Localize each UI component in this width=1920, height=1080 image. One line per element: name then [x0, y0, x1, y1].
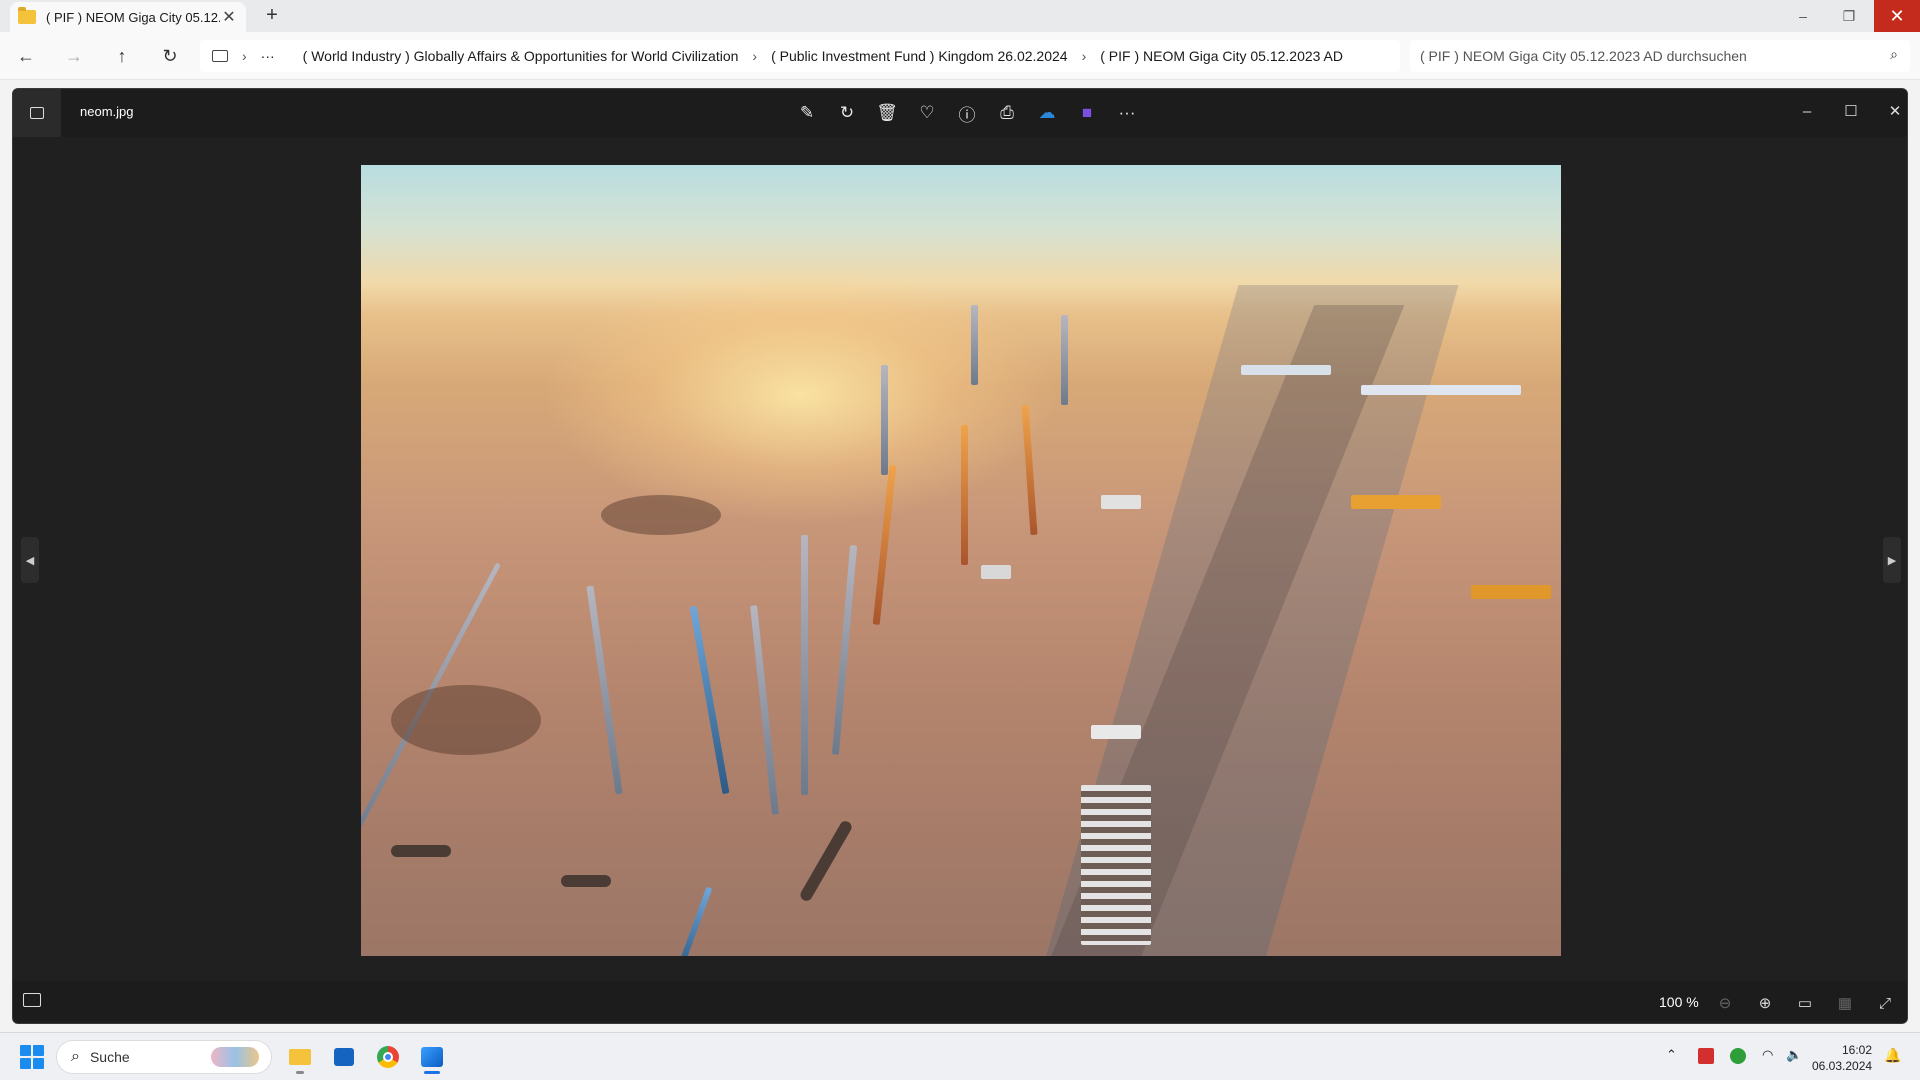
info-icon[interactable]: ⓘ: [953, 99, 981, 127]
breadcrumb-item[interactable]: ( Public Investment Fund ) Kingdom 26.02…: [771, 48, 1068, 64]
forward-button[interactable]: →: [62, 44, 86, 68]
crawler-crane: [675, 886, 713, 956]
photos-app-icon: [13, 89, 61, 137]
viewer-bottom-bar: 100 % ⊖ ⊕ ▭ ▦ ⤢: [13, 981, 1907, 1023]
chevron-right-icon: ›: [752, 48, 758, 64]
viewer-minimize-button[interactable]: –: [1785, 95, 1829, 127]
rebar-cage: [1081, 785, 1151, 945]
wifi-icon[interactable]: ◠: [1762, 1047, 1773, 1063]
fullscreen-icon[interactable]: ⤢: [1873, 991, 1897, 1015]
drilling-rig: [586, 585, 623, 795]
refresh-button[interactable]: ↻: [158, 44, 182, 68]
next-image-button[interactable]: ▶: [1883, 537, 1901, 583]
taskbar: ⌕ Suche ⌃ ◠ 🔈 16:02 06.03.2024 🔔: [0, 1032, 1920, 1080]
address-bar[interactable]: › ··· ( World Industry ) Globally Affair…: [200, 40, 1400, 72]
viewer-toolbar: ✎ ↻ 🗑 ♡ ⓘ ⎙ ☁ ■ ···: [793, 99, 1141, 127]
onedrive-icon[interactable]: ☁: [1033, 99, 1061, 127]
back-button[interactable]: ←: [14, 44, 38, 68]
file-explorer-icon[interactable]: [282, 1039, 318, 1075]
close-button[interactable]: ✕: [1874, 0, 1920, 32]
edit-icon[interactable]: ✎: [793, 99, 821, 127]
start-button[interactable]: [20, 1045, 44, 1069]
site-buildings: [1241, 365, 1331, 375]
search-icon: ⌕: [1890, 46, 1898, 62]
photos-viewer-window: neom.jpg ✎ ↻ 🗑 ♡ ⓘ ⎙ ☁ ■ ··· – ☐ ✕ ◀ ▶ 1…: [12, 88, 1908, 1024]
tab-title: ( PIF ) NEOM Giga City 05.12.2: [46, 9, 220, 25]
viewer-close-button[interactable]: ✕: [1873, 95, 1907, 127]
minimize-button[interactable]: –: [1780, 0, 1826, 32]
truck: [1471, 585, 1551, 599]
search-highlight-icon: [211, 1047, 259, 1067]
chevron-up-icon[interactable]: ⌃: [1666, 1047, 1677, 1063]
container: [1091, 725, 1141, 739]
pipe-stack: [561, 875, 611, 887]
search-icon: ⌕: [71, 1048, 80, 1065]
chevron-right-icon: ›: [1081, 48, 1087, 64]
zoom-level: 100 %: [1659, 994, 1699, 1010]
up-button[interactable]: ↑: [110, 44, 134, 68]
clock-time: 16:02: [1841, 1043, 1872, 1057]
container: [1101, 495, 1141, 509]
folder-search-input[interactable]: ( PIF ) NEOM Giga City 05.12.2023 AD dur…: [1410, 40, 1910, 72]
restore-button[interactable]: ❐: [1826, 0, 1872, 32]
zoom-in-icon[interactable]: ⊕: [1753, 991, 1777, 1015]
breadcrumb-overflow[interactable]: ···: [261, 48, 275, 64]
explorer-tab-bar: ( PIF ) NEOM Giga City 05.12.2 ✕ + – ❐ ✕: [0, 0, 1920, 32]
truck: [1351, 495, 1441, 509]
print-icon[interactable]: ⎙: [993, 99, 1021, 127]
new-tab-button[interactable]: +: [260, 4, 284, 27]
drilling-rig: [1061, 315, 1068, 405]
delete-icon[interactable]: 🗑: [873, 99, 901, 127]
drilling-rig: [881, 365, 888, 475]
rotate-icon[interactable]: ↻: [833, 99, 861, 127]
drilling-rig: [831, 545, 858, 755]
drilling-rig: [801, 535, 808, 795]
taskbar-search-label: Suche: [89, 1049, 130, 1065]
drilling-rig: [971, 305, 978, 385]
security-icon[interactable]: [1698, 1048, 1714, 1064]
viewer-maximize-button[interactable]: ☐: [1829, 95, 1873, 127]
pipe-stack: [391, 845, 451, 857]
taskbar-search[interactable]: ⌕ Suche: [56, 1040, 272, 1074]
file-name: neom.jpg: [80, 104, 134, 119]
folder-icon: [18, 7, 36, 24]
clock-date: 06.03.2024: [1812, 1059, 1873, 1073]
explorer-tab[interactable]: ( PIF ) NEOM Giga City 05.12.2 ✕: [10, 2, 246, 32]
site-buildings: [1361, 385, 1521, 395]
zoom-out-icon[interactable]: ⊖: [1713, 991, 1737, 1015]
previous-image-button[interactable]: ◀: [21, 537, 39, 583]
drilling-rig: [961, 425, 968, 565]
search-placeholder: ( PIF ) NEOM Giga City 05.12.2023 AD dur…: [1420, 48, 1747, 64]
store-icon[interactable]: [326, 1039, 362, 1075]
photos-icon[interactable]: [414, 1039, 450, 1075]
breadcrumb-item[interactable]: ( World Industry ) Globally Affairs & Op…: [303, 48, 739, 64]
clock[interactable]: 16:02 06.03.2024: [1812, 1042, 1872, 1074]
checkmark-shield-icon[interactable]: [1730, 1048, 1746, 1064]
notification-bell-icon[interactable]: 🔔: [1884, 1047, 1901, 1064]
explorer-nav-bar: ← → ↑ ↻ › ··· ( World Industry ) Globall…: [0, 32, 1920, 80]
tab-close-button[interactable]: ✕: [220, 7, 238, 27]
fit-to-window-icon[interactable]: ▭: [1793, 991, 1817, 1015]
container: [981, 565, 1011, 579]
computer-icon: [212, 50, 228, 62]
clipchamp-icon[interactable]: ■: [1073, 99, 1101, 127]
breadcrumb-item[interactable]: ( PIF ) NEOM Giga City 05.12.2023 AD: [1100, 48, 1343, 64]
volume-icon[interactable]: 🔈: [1786, 1047, 1802, 1063]
drilling-rig: [689, 605, 730, 795]
actual-size-icon[interactable]: ▦: [1833, 991, 1857, 1015]
chrome-icon[interactable]: [370, 1039, 406, 1075]
construction-site-photo: [361, 165, 1561, 956]
drilling-rig: [750, 605, 779, 815]
filmstrip-icon[interactable]: [23, 993, 41, 1007]
viewer-title-bar: neom.jpg ✎ ↻ 🗑 ♡ ⓘ ⎙ ☁ ■ ··· – ☐ ✕: [13, 89, 1907, 137]
favorite-icon[interactable]: ♡: [913, 99, 941, 127]
pipe-stack: [798, 819, 854, 903]
more-icon[interactable]: ···: [1113, 99, 1141, 127]
